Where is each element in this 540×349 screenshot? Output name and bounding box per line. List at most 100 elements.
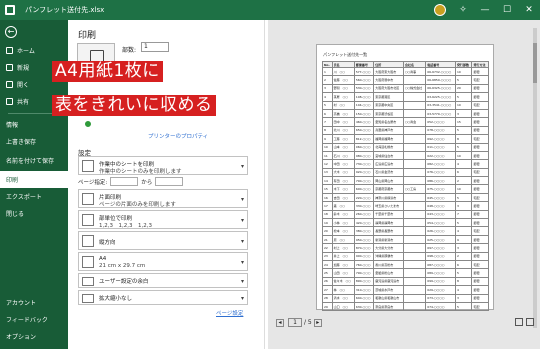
lightbulb-icon[interactable]: ✧ — [452, 5, 474, 15]
table-cell: 029-○○○○ — [425, 285, 456, 295]
table-cell: 8 — [322, 125, 333, 136]
portrait-icon — [82, 235, 94, 247]
avatar[interactable] — [434, 4, 446, 16]
table-cell: 愛媛県松山市 — [373, 268, 404, 278]
table-cell: 20 — [454, 83, 473, 94]
table-cell: 025-○○○○ — [425, 234, 456, 245]
page-setup-link[interactable]: ページ設定 — [216, 309, 243, 317]
sidebar-item-feedback[interactable]: フィードバック — [0, 311, 68, 328]
table-cell: 7 — [454, 209, 473, 220]
show-margins-icon[interactable] — [515, 318, 523, 326]
preview-scrollbar[interactable] — [533, 28, 537, 328]
table-cell: 06-6850-○○○○ — [425, 75, 456, 85]
table-cell: 089-○○○○ — [425, 268, 456, 278]
sides-dropdown[interactable]: 片面印刷 ページの片面のみを印刷します ▾ — [78, 189, 248, 208]
table-cell: 埼玉県さいたま市 — [373, 201, 404, 211]
table-cell: 13 — [322, 167, 333, 178]
table-cell: 15 — [454, 117, 473, 127]
paper-size-dropdown[interactable]: A4 21 cm x 29.7 cm ▾ — [78, 252, 248, 271]
orientation-dropdown[interactable]: 縦方向 ▾ — [78, 231, 248, 250]
table-cell: 宅配 — [471, 226, 489, 236]
table-cell: 鈴木 ○○ — [331, 209, 355, 220]
table-cell: 福岡県福岡市 — [373, 134, 404, 144]
excel-icon — [5, 5, 15, 15]
table-cell: 佐々木 ○○ — [331, 276, 355, 287]
table-cell: 6 — [454, 259, 473, 270]
table-cell — [402, 75, 427, 85]
minimize-button[interactable]: — — [474, 5, 496, 15]
table-row: 19 小林 ○○ 420-○○○ 静岡県静岡市 054-○○○○ 5 郵便 — [322, 218, 489, 228]
setting-primary: ユーザー設定の余白 — [99, 279, 149, 285]
sidebar-item-account[interactable]: アカウント — [0, 294, 68, 311]
current-page-input[interactable]: 1 — [288, 318, 302, 327]
table-cell: 山口 ○○ — [331, 301, 355, 312]
table-cell: 山田 ○○ — [331, 268, 355, 278]
table-cell: 郵便 — [471, 142, 489, 152]
table-cell: 076-○○○○ — [425, 167, 456, 178]
table-row: 13 大木 ○○ 920-○○○ 石川県金沢市 076-○○○○ 6 宅配 — [322, 167, 489, 178]
table-cell: 田中 ○○ — [331, 117, 355, 127]
table-cell: 5 — [454, 142, 473, 152]
window-title: パンフレット送付先.xlsx — [25, 6, 105, 14]
collate-dropdown[interactable]: 部単位で印刷 1,2,3 1,2,3 1,2,3 ▾ — [78, 210, 248, 229]
margins-dropdown[interactable]: ユーザー設定の余白 ▾ — [78, 273, 248, 288]
table-cell: 森 ○○ — [331, 201, 355, 211]
table-cell: 山本 ○○ — [331, 142, 355, 152]
table-cell: 郵便 — [471, 184, 489, 194]
table-cell: 原 ○○ — [331, 234, 355, 245]
pages-from-input[interactable] — [110, 177, 139, 186]
sidebar-item-info[interactable]: 情報 — [0, 116, 68, 133]
table-cell: 5 — [322, 100, 333, 110]
table-cell: 600-○○○ — [353, 184, 375, 194]
table-cell: 東京都中央区 — [373, 100, 404, 110]
table-cell: 2 — [454, 251, 473, 262]
pages-label: ページ指定: — [78, 179, 108, 186]
table-cell: 郵便 — [471, 243, 489, 253]
copies-input[interactable]: 1 — [141, 42, 169, 52]
sidebar-item-home[interactable]: ホーム — [0, 42, 68, 59]
zoom-to-page-icon[interactable] — [526, 318, 534, 326]
table-cell: 073-○○○○ — [425, 293, 456, 303]
table-cell: 27 — [322, 285, 333, 295]
table-cell: 4 — [322, 92, 333, 102]
table-cell — [402, 159, 427, 169]
chevron-down-icon: ▾ — [240, 259, 244, 266]
back-button[interactable]: ← — [5, 26, 17, 38]
sidebar-item-close[interactable]: 閉じる — [0, 205, 68, 222]
sidebar-item-print[interactable]: 印刷 — [0, 171, 68, 188]
table-cell: ○○商会 — [402, 117, 427, 127]
table-cell — [402, 234, 427, 245]
table-cell: 北海道札幌市 — [373, 142, 404, 152]
maximize-button[interactable]: ☐ — [496, 5, 518, 15]
sidebar-item-export[interactable]: エクスポート — [0, 188, 68, 205]
table-cell: 03-5770-○○○○ — [425, 108, 456, 119]
table-cell: 郵便 — [471, 276, 489, 287]
table-row: 28 清水 ○○ 640-○○○ 和歌山県和歌山市 073-○○○○ 3 郵便 — [322, 293, 489, 303]
table-cell: ○○商事 — [402, 66, 427, 77]
close-button[interactable]: ✕ — [518, 5, 540, 15]
table-cell: 082-○○○○ — [425, 159, 456, 169]
table-row: 26 佐々木 ○○ 890-○○○ 鹿児島県鹿児島市 099-○○○○ 8 郵便 — [322, 276, 489, 287]
table-row: 21 原 ○○ 950-○○○ 新潟県新潟市 025-○○○○ 9 郵便 — [322, 234, 489, 245]
table-cell: 16 — [322, 192, 333, 203]
print-what-dropdown[interactable]: 作業中のシートを印刷 作業中のシートのみを印刷します ▾ — [78, 156, 248, 175]
sheet-icon — [82, 160, 94, 172]
next-page-button[interactable]: ▸ — [313, 318, 322, 327]
prev-page-button[interactable]: ◂ — [276, 318, 284, 327]
table-row: 8 北川 ○○ 650-○○○ 兵庫県神戸市 078-○○○○ 5 郵便 — [322, 125, 489, 136]
table-cell: 10 — [454, 184, 473, 194]
sidebar-item-options[interactable]: オプション — [0, 328, 68, 345]
chevron-down-icon: ▾ — [240, 295, 244, 302]
table-cell: 宮城県仙台市 — [373, 150, 404, 161]
pages-to-input[interactable] — [155, 177, 184, 186]
table-cell: 3 — [454, 243, 473, 253]
printer-properties-link[interactable]: プリンターのプロパティ — [148, 132, 208, 140]
table-cell: 郵便 — [471, 234, 489, 245]
sidebar-item-label: 新規 — [17, 65, 30, 72]
sidebar-item-label: 上書き保存 — [6, 139, 37, 146]
table-cell — [402, 301, 427, 312]
scaling-dropdown[interactable]: 拡大縮小なし ▾ — [78, 290, 248, 305]
sidebar-item-save[interactable]: 上書き保存 — [0, 133, 68, 150]
table-cell: 有田 ○○ — [331, 176, 355, 186]
table-cell: 20 — [322, 226, 333, 236]
